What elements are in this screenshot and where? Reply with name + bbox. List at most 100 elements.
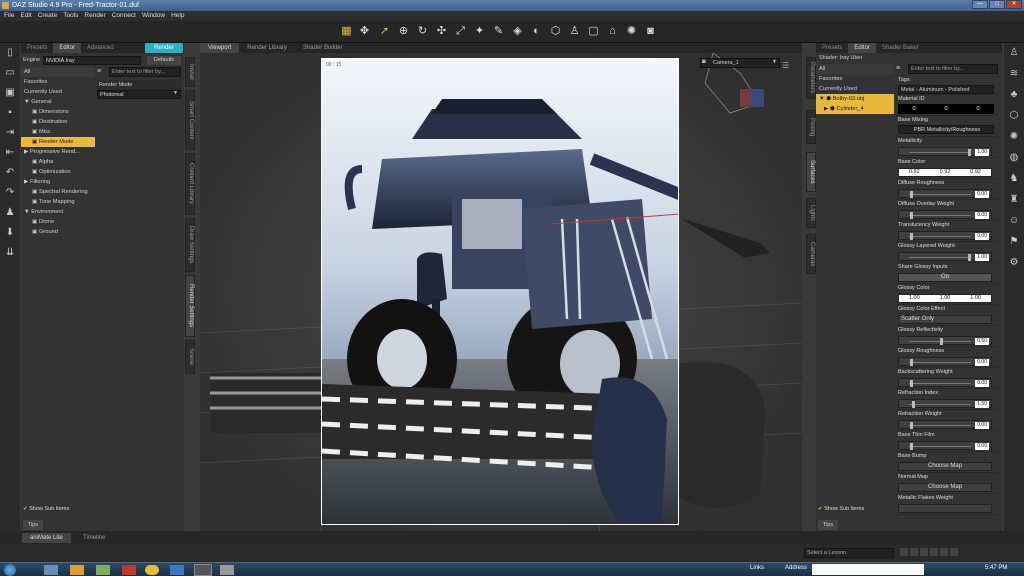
- property-value[interactable]: 1.00: [975, 149, 989, 156]
- import-icon[interactable]: ⇥: [3, 126, 17, 140]
- new-icon[interactable]: ▯: [3, 46, 17, 60]
- tree-item[interactable]: ▣ Render Mode: [21, 137, 95, 147]
- figure-icon[interactable]: ♟: [3, 206, 17, 220]
- property-value[interactable]: 0.00: [975, 233, 989, 240]
- camera-icon[interactable]: ◙: [644, 25, 657, 38]
- side-tab-surfaces[interactable]: Surfaces: [806, 152, 816, 192]
- slider-knob[interactable]: [967, 254, 971, 261]
- tree-item[interactable]: ▣ Tone Mapping: [21, 197, 95, 207]
- region-icon[interactable]: ▢: [587, 25, 600, 38]
- side-tab-scene[interactable]: Scene: [185, 340, 195, 374]
- slider-knob[interactable]: [910, 380, 914, 387]
- filter-menu-icon[interactable]: ≡: [896, 65, 900, 72]
- material-id-field[interactable]: 0 0 0: [898, 104, 994, 114]
- category-currently-used-right[interactable]: Currently Used: [816, 84, 894, 94]
- property-slider[interactable]: 0.00: [898, 378, 992, 387]
- property-field[interactable]: [898, 504, 992, 513]
- side-tab-parameters[interactable]: Parameters: [806, 57, 816, 99]
- menu-edit[interactable]: Edit: [20, 11, 31, 21]
- morphs-icon[interactable]: ♜: [1007, 193, 1021, 207]
- property-slider[interactable]: 0.00: [898, 210, 992, 219]
- tab-viewport[interactable]: Viewport: [200, 43, 240, 53]
- color-field[interactable]: 0.92 0.92 0.92: [898, 168, 992, 177]
- slider-knob[interactable]: [967, 149, 971, 156]
- side-tab-lights[interactable]: Lights: [806, 198, 816, 228]
- category-all[interactable]: All: [21, 67, 95, 77]
- menu-tools[interactable]: Tools: [63, 11, 78, 21]
- scene-item-cylinder[interactable]: ▶ ⬢ Cylinder_4: [816, 104, 894, 114]
- rotate-icon[interactable]: ↻: [416, 25, 429, 38]
- wardrobe-icon[interactable]: ♣: [1007, 88, 1021, 102]
- scale-icon[interactable]: ✣: [435, 25, 448, 38]
- lesson-prev-button[interactable]: [910, 548, 918, 556]
- scene-icon[interactable]: ⚙: [1007, 256, 1021, 270]
- show-sub-items-checkbox-right[interactable]: ✔ Show Sub Items: [818, 506, 864, 512]
- side-tab-content-library[interactable]: Content Library: [185, 153, 195, 215]
- defaults-button[interactable]: Defaults: [147, 56, 181, 65]
- slider-knob[interactable]: [910, 233, 914, 240]
- side-tab-render-settings[interactable]: Render Settings: [185, 275, 195, 337]
- select-icon[interactable]: ➚: [378, 25, 391, 38]
- media-icon[interactable]: [70, 565, 84, 575]
- undo-icon[interactable]: ↶: [3, 166, 17, 180]
- slider-knob[interactable]: [910, 359, 914, 366]
- lesson-play-button[interactable]: [920, 548, 928, 556]
- figure-icon[interactable]: ♙: [1007, 46, 1021, 60]
- surface-selection-icon[interactable]: ◈: [511, 25, 524, 38]
- property-value[interactable]: 0.00: [975, 191, 989, 198]
- maximize-button[interactable]: □: [989, 0, 1005, 9]
- filter-input[interactable]: Enter text to filter by...: [109, 67, 181, 77]
- slider-knob[interactable]: [910, 443, 914, 450]
- tree-item[interactable]: ▣ Destination: [21, 117, 95, 127]
- toggle-field[interactable]: On: [898, 273, 992, 282]
- tab-render-library[interactable]: Render Library: [239, 43, 295, 53]
- tab-editor-right[interactable]: Editor: [848, 43, 877, 53]
- universal-tool-icon[interactable]: ✥: [358, 25, 371, 38]
- spot-render-icon[interactable]: ◐: [530, 25, 543, 38]
- menu-window[interactable]: Window: [142, 11, 165, 21]
- property-value[interactable]: 0.00: [975, 422, 989, 429]
- lesson-next-button[interactable]: [930, 548, 938, 556]
- close-button[interactable]: ✕: [1006, 0, 1022, 9]
- daz-taskbar-icon[interactable]: [194, 564, 212, 576]
- lights-icon[interactable]: ✺: [1007, 130, 1021, 144]
- menu-connect[interactable]: Connect: [112, 11, 136, 21]
- active-pose-icon[interactable]: ♙: [568, 25, 581, 38]
- start-button[interactable]: [4, 564, 16, 576]
- tree-item[interactable]: ▶ Filtering: [21, 177, 95, 187]
- app-icon[interactable]: [96, 565, 110, 575]
- transform-icon[interactable]: ⤢: [454, 25, 467, 38]
- tab-shader-builder[interactable]: Shader Builder: [295, 43, 351, 53]
- property-value[interactable]: 0.00: [975, 359, 989, 366]
- camera-select[interactable]: Camera_1: [700, 58, 780, 68]
- lesson-last-button[interactable]: [940, 548, 948, 556]
- property-slider[interactable]: 0.50: [898, 336, 992, 345]
- tree-item[interactable]: ▣ Spectral Rendering: [21, 187, 95, 197]
- tree-item[interactable]: ▣ Alpha: [21, 157, 95, 167]
- open-icon[interactable]: ▭: [3, 66, 17, 80]
- property-value[interactable]: 0.00: [975, 380, 989, 387]
- geometry-editor-icon[interactable]: ⬡: [549, 25, 562, 38]
- view-controls-icon[interactable]: ☰: [782, 61, 789, 70]
- minimize-button[interactable]: —: [972, 0, 988, 9]
- slider-knob[interactable]: [910, 212, 914, 219]
- tree-item[interactable]: ▣ Dome: [21, 217, 95, 227]
- materials-icon[interactable]: ◍: [1007, 151, 1021, 165]
- anim-icon[interactable]: ⚑: [1007, 235, 1021, 249]
- merge-icon[interactable]: ▣: [3, 86, 17, 100]
- slider-knob[interactable]: [912, 401, 916, 408]
- category-favorites-right[interactable]: Favorites: [816, 74, 894, 84]
- tips-tab[interactable]: Tips: [23, 520, 43, 530]
- expression-icon[interactable]: ☺: [1007, 214, 1021, 228]
- ie-icon[interactable]: [170, 565, 184, 575]
- hair-icon[interactable]: ≋: [1007, 67, 1021, 81]
- tab-shader-baker[interactable]: Shader Baker: [876, 43, 925, 53]
- tree-item[interactable]: ▣ Ground: [21, 227, 95, 237]
- menu-create[interactable]: Create: [38, 11, 58, 21]
- category-all-right[interactable]: All: [816, 64, 894, 74]
- chrome-icon[interactable]: [145, 565, 159, 575]
- property-slider[interactable]: 0.00: [898, 420, 992, 429]
- property-slider[interactable]: 0.00: [898, 189, 992, 198]
- show-sub-items-checkbox[interactable]: ✔ Show Sub Items: [23, 506, 69, 512]
- property-slider[interactable]: 1.00: [898, 147, 992, 156]
